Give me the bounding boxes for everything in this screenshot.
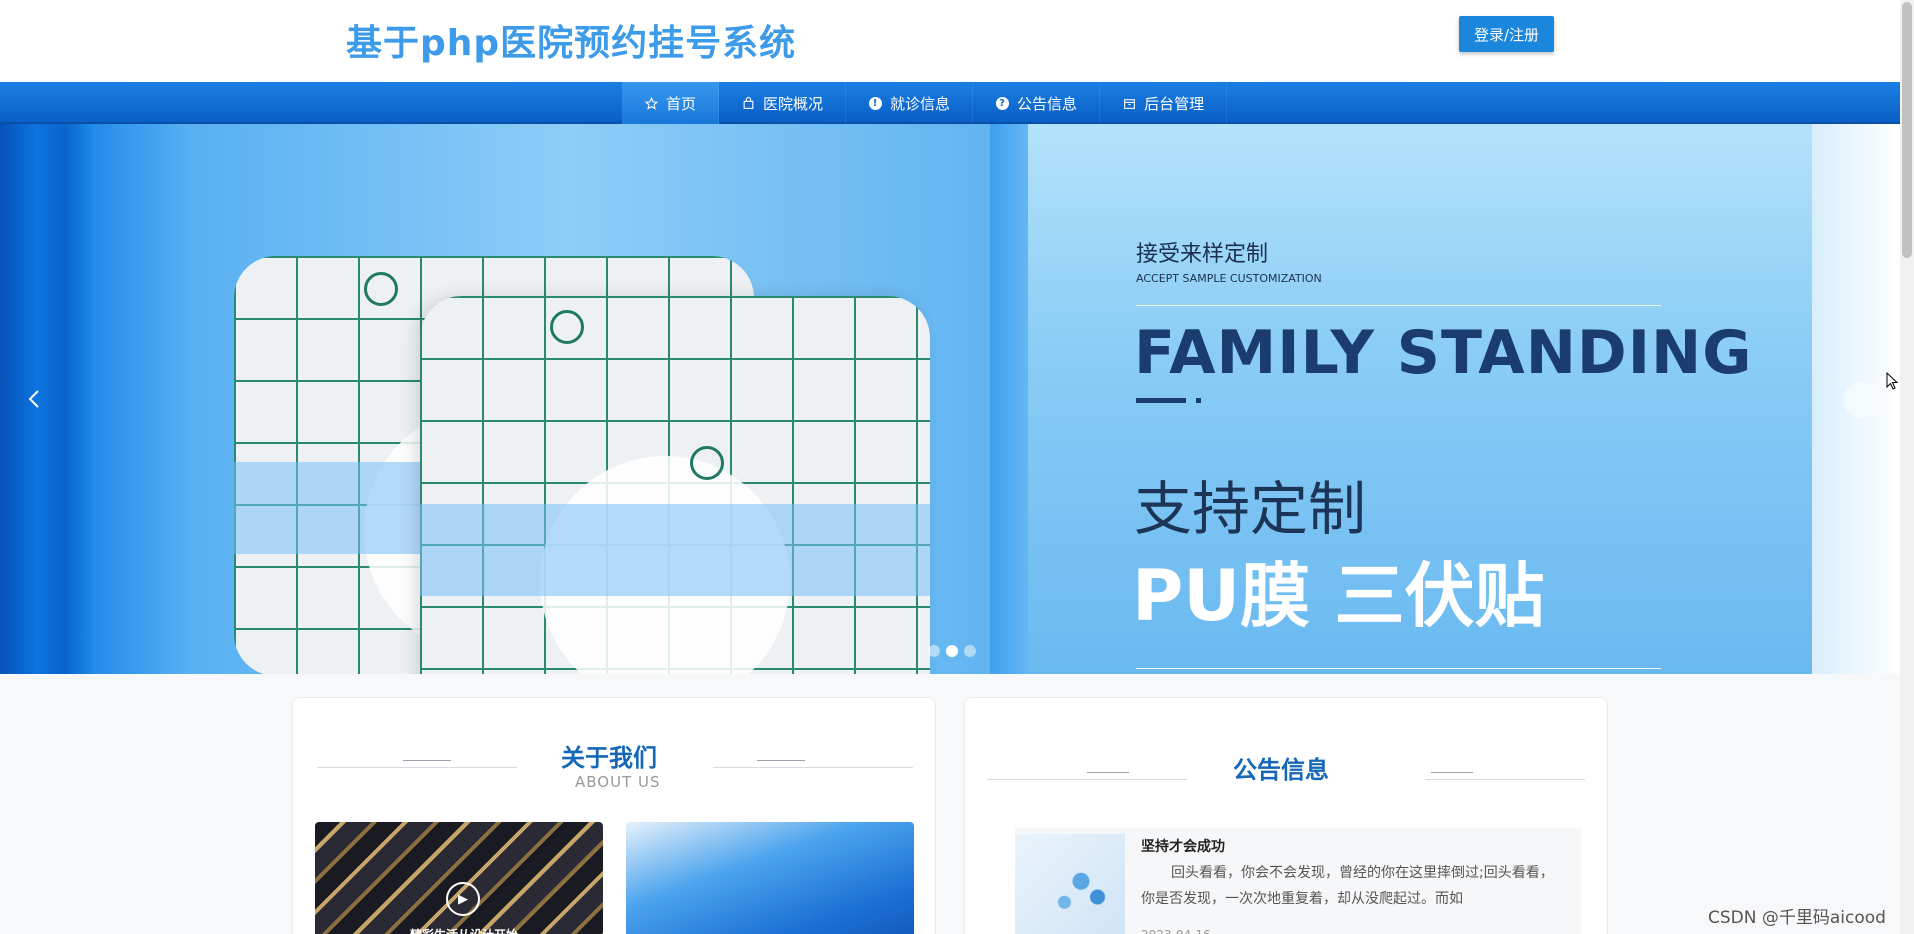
announcement-list-item[interactable]: 坚持才会成功 回头看看，你会不会发现，曾经的你在这里摔倒过;回头看看，你是否发现… — [1015, 828, 1581, 934]
banner-dash-dot — [1196, 398, 1201, 403]
nav-item-label: 医院概况 — [763, 94, 824, 113]
page-scrollbar[interactable] — [1900, 0, 1914, 934]
nav-item-label: 后台管理 — [1144, 94, 1205, 113]
header: 基于php医院预约挂号系统 登录/注册 — [0, 0, 1900, 82]
about-us-title: 关于我们 — [561, 744, 657, 772]
announcement-thumbnail — [1015, 834, 1125, 934]
carousel-dot-1[interactable] — [928, 645, 940, 657]
title-deco-line-right — [713, 767, 913, 768]
banner-small-title-en: ACCEPT SAMPLE CUSTOMIZATION — [1136, 272, 1322, 285]
main-nav: 首页 医院概况 ! 就诊信息 ? 公告信息 后台管理 — [0, 82, 1900, 124]
title-deco-mark-left — [1087, 772, 1129, 773]
mouse-cursor-icon — [1886, 371, 1899, 390]
carousel-next-arrow[interactable] — [1843, 382, 1879, 418]
csdn-watermark: CSDN @千里码aicood — [1708, 908, 1886, 928]
patch-logo-icon — [550, 310, 584, 344]
about-video-thumbnail[interactable]: ▶ 精彩生活从设计开始 — [315, 822, 603, 934]
nav-item-announcements[interactable]: ? 公告信息 — [973, 82, 1101, 124]
nav-item-label: 公告信息 — [1017, 94, 1078, 113]
patch-band — [420, 504, 930, 596]
banner-divider-line-bottom — [1136, 668, 1661, 669]
title-deco-line-left — [987, 779, 1187, 780]
patch-logo-icon — [364, 272, 398, 306]
announcement-date: 2023-04-16 — [1141, 928, 1211, 934]
about-us-subtitle: ABOUT US — [575, 773, 661, 791]
banner-carousel: 接受来样定制 ACCEPT SAMPLE CUSTOMIZATION FAMIL… — [0, 124, 1900, 674]
info-icon: ! — [868, 96, 882, 110]
thumbnail-caption: 精彩生活从设计开始 — [410, 926, 518, 934]
banner-cn-line2: PU膜 三伏贴 — [1132, 555, 1545, 637]
announcements-title: 公告信息 — [1233, 756, 1329, 784]
banner-big-title: FAMILY STANDING — [1134, 318, 1753, 388]
title-deco-line-left — [317, 767, 517, 768]
title-deco-mark-right — [757, 760, 805, 761]
login-register-button[interactable]: 登录/注册 — [1459, 16, 1554, 52]
carousel-dot-2[interactable] — [946, 645, 958, 657]
nav-item-visit-info[interactable]: ! 就诊信息 — [846, 82, 974, 124]
banner-divider — [990, 124, 1028, 674]
banner-divider-line — [1136, 305, 1661, 306]
nav-item-label: 首页 — [666, 94, 697, 113]
banner-patch-image-front — [420, 296, 930, 674]
announcement-excerpt: 回头看看，你会不会发现，曾经的你在这里摔倒过;回头看看，你是否发现，一次次地重复… — [1141, 865, 1554, 907]
bag-icon — [741, 96, 755, 110]
title-deco-mark-left — [403, 760, 451, 761]
play-icon[interactable]: ▶ — [446, 882, 480, 916]
title-deco-mark-right — [1431, 772, 1473, 773]
about-image-thumbnail[interactable] — [626, 822, 914, 934]
star-icon — [644, 96, 658, 110]
about-us-card: 关于我们 ABOUT US ▶ 精彩生活从设计开始 — [292, 697, 936, 934]
box-icon — [1122, 96, 1136, 110]
scrollbar-thumb[interactable] — [1902, 2, 1912, 258]
question-icon: ? — [995, 96, 1009, 110]
announcement-title: 坚持才会成功 — [1141, 839, 1225, 855]
nav-item-home[interactable]: 首页 — [622, 82, 720, 124]
carousel-dot-3[interactable] — [964, 645, 976, 657]
nav-item-admin[interactable]: 后台管理 — [1100, 82, 1228, 124]
patch-logo-icon — [690, 446, 724, 480]
title-deco-line-right — [1425, 779, 1585, 780]
banner-cn-line1: 支持定制 — [1134, 475, 1367, 543]
carousel-prev-arrow[interactable] — [28, 386, 48, 416]
nav-item-label: 就诊信息 — [890, 94, 951, 113]
banner-small-title: 接受来样定制 — [1136, 242, 1269, 267]
announcements-card: 公告信息 坚持才会成功 回头看看，你会不会发现，曾经的你在这里摔倒过;回头看看，… — [964, 697, 1608, 934]
banner-dash — [1136, 398, 1186, 403]
nav-items: 首页 医院概况 ! 就诊信息 ? 公告信息 后台管理 — [622, 82, 1228, 124]
nav-item-hospital-overview[interactable]: 医院概况 — [719, 82, 847, 124]
site-title: 基于php医院预约挂号系统 — [346, 23, 797, 64]
